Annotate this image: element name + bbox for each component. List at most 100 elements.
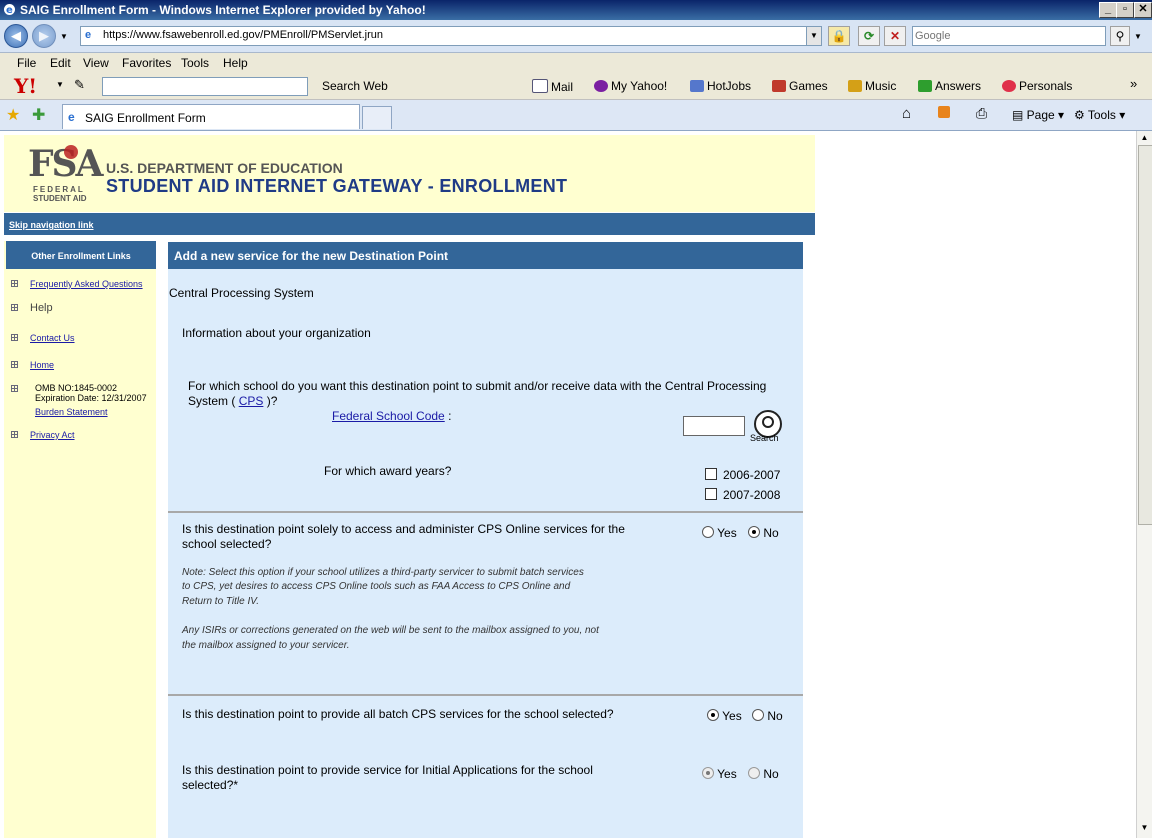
yahoo-search-input[interactable] [102, 77, 308, 96]
home-link[interactable]: Home [30, 360, 54, 370]
initial-yes-radio[interactable] [702, 767, 714, 779]
help-link[interactable]: Help [30, 302, 53, 314]
sidebar-item-privacy[interactable]: Privacy Act [11, 430, 75, 440]
skip-navigation-link[interactable]: Skip navigation link [9, 220, 94, 230]
menu-view[interactable]: View [83, 56, 109, 70]
batch-yes-radio[interactable] [707, 709, 719, 721]
year-2006-label: 2006-2007 [723, 468, 781, 482]
page-menu[interactable]: ▤ Page ▾ [1012, 108, 1064, 122]
federal-school-code-link[interactable]: Federal School Code [332, 409, 445, 423]
year-2006-checkbox[interactable] [705, 468, 717, 480]
tab-page-icon: e [68, 110, 75, 124]
maximize-button[interactable]: ▫ [1116, 2, 1134, 18]
batch-no-radio[interactable] [752, 709, 764, 721]
heart-icon [1002, 80, 1016, 92]
site-banner: FSA FEDERAL STUDENT AID U.S. DEPARTMENT … [4, 135, 815, 212]
online-no-option[interactable]: No [748, 526, 779, 540]
history-dropdown-icon[interactable]: ▼ [60, 32, 68, 41]
add-favorite-icon[interactable]: ✚ [32, 105, 45, 125]
department-name: U.S. DEPARTMENT OF EDUCATION [106, 160, 343, 176]
section-title: Central Processing System [169, 286, 314, 300]
search-go-icon[interactable]: ⚲ [1110, 26, 1130, 46]
tab-label: SAIG Enrollment Form [85, 111, 206, 125]
stop-icon[interactable]: ✕ [884, 26, 906, 46]
menu-edit[interactable]: Edit [50, 56, 71, 70]
yahoo-logo-icon[interactable]: Y! [14, 74, 37, 98]
initial-yes-option[interactable]: Yes [702, 767, 737, 781]
tools-menu[interactable]: ⚙ Tools ▾ [1074, 108, 1125, 122]
scroll-down-icon[interactable]: ▼ [1138, 821, 1151, 834]
burden-statement-link[interactable]: Burden Statement [35, 407, 108, 417]
my-yahoo-link[interactable]: My Yahoo! [594, 79, 667, 93]
sidebar-item-contact[interactable]: Contact Us [11, 333, 75, 343]
fsc-label: Federal School Code : [332, 409, 452, 423]
menu-file[interactable]: File [17, 56, 36, 70]
note-line1: Note: Select this option if your school … [182, 567, 584, 578]
feeds-icon[interactable] [938, 106, 950, 118]
menu-favorites[interactable]: Favorites [122, 56, 171, 70]
toolbar-more-button[interactable]: » [1130, 76, 1137, 91]
online-question-line1: Is this destination point solely to acce… [182, 522, 625, 536]
gateway-title: STUDENT AID INTERNET GATEWAY - ENROLLMEN… [106, 176, 568, 196]
close-window-button[interactable]: ✕ [1134, 2, 1152, 18]
menu-help[interactable]: Help [223, 56, 248, 70]
new-tab-button[interactable] [362, 106, 392, 129]
window-title: SAIG Enrollment Form - Windows Internet … [20, 3, 426, 17]
back-button[interactable]: ◀ [4, 24, 28, 48]
search-input[interactable] [913, 27, 1105, 45]
scroll-up-icon[interactable]: ▲ [1138, 131, 1151, 144]
yahoo-menu-dropdown-icon[interactable]: ▼ [56, 80, 64, 89]
address-field[interactable]: e https://www.fsawebenroll.ed.gov/PMEnro… [80, 26, 822, 46]
cps-link[interactable]: CPS [239, 394, 264, 408]
privacy-link[interactable]: Privacy Act [30, 430, 75, 440]
personals-link[interactable]: Personals [1002, 79, 1072, 93]
batch-no-option[interactable]: No [752, 709, 783, 723]
sidebar-item-home[interactable]: Home [11, 360, 54, 370]
forward-button[interactable]: ▶ [32, 24, 56, 48]
initial-no-option[interactable]: No [748, 767, 779, 781]
online-no-radio[interactable] [748, 526, 760, 538]
expiration-date: Expiration Date: 12/31/2007 [35, 393, 147, 403]
tab-saig-enrollment[interactable]: e SAIG Enrollment Form [62, 104, 360, 129]
fsa-logo: FSA FEDERAL STUDENT AID [26, 141, 103, 203]
search-web-button[interactable]: Search Web [322, 79, 388, 93]
sidebar-item-faq[interactable]: Frequently Asked Questions [11, 279, 143, 289]
answers-link[interactable]: Answers [918, 79, 981, 93]
year-2007-checkbox[interactable] [705, 488, 717, 500]
menu-tools[interactable]: Tools [181, 56, 209, 70]
music-link[interactable]: Music [848, 79, 896, 93]
mail-icon [532, 79, 548, 93]
sidebar-title: Other Enrollment Links [6, 241, 156, 269]
yahoo-mail-link[interactable]: Mail [532, 79, 573, 94]
scroll-thumb[interactable] [1138, 145, 1152, 525]
refresh-icon[interactable]: ⟳ [858, 26, 880, 46]
pencil-icon[interactable]: ✎ [74, 77, 85, 93]
games-link[interactable]: Games [772, 79, 828, 93]
games-icon [772, 80, 786, 92]
search-options-icon[interactable]: ▼ [1134, 32, 1142, 41]
search-button-label[interactable]: Search [750, 433, 779, 443]
faq-link[interactable]: Frequently Asked Questions [30, 279, 143, 289]
online-yes-radio[interactable] [702, 526, 714, 538]
hotjobs-link[interactable]: HotJobs [690, 79, 751, 93]
vertical-scrollbar[interactable]: ▲ ▼ [1136, 131, 1152, 838]
batch-yes-option[interactable]: Yes [707, 709, 742, 723]
favorites-star-icon[interactable]: ★ [6, 105, 20, 125]
school-question-line1: For which school do you want this destin… [188, 379, 767, 393]
minimize-button[interactable]: _ [1099, 2, 1117, 18]
lock-icon[interactable]: 🔒 [828, 26, 850, 46]
search-box[interactable] [912, 26, 1106, 46]
print-icon[interactable]: ⎙ [976, 105, 987, 122]
address-dropdown-icon[interactable]: ▼ [806, 27, 821, 45]
address-url: https://www.fsawebenroll.ed.gov/PMEnroll… [103, 29, 384, 41]
initial-no-radio[interactable] [748, 767, 760, 779]
sidebar-item-help[interactable]: Help [11, 302, 53, 314]
main-heading: Add a new service for the new Destinatio… [174, 249, 449, 263]
address-toolbar: ◀ ▶ ▼ e https://www.fsawebenroll.ed.gov/… [0, 20, 1152, 53]
online-question-line2: school selected? [182, 537, 272, 551]
fsa-logo-student-aid: STUDENT AID [33, 194, 87, 203]
online-yes-option[interactable]: Yes [702, 526, 737, 540]
home-icon[interactable]: ⌂ [902, 105, 911, 122]
federal-school-code-input[interactable] [683, 416, 745, 436]
contact-link[interactable]: Contact Us [30, 333, 75, 343]
